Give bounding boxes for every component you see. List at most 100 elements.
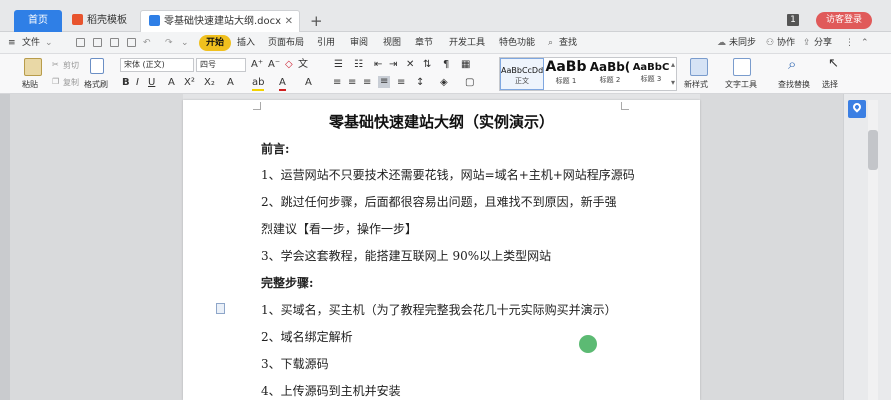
bullet-list-icon[interactable]: ☰: [334, 59, 343, 71]
font-color-icon[interactable]: A: [279, 77, 286, 91]
tab-home[interactable]: 首页: [14, 10, 62, 32]
style-scroll-up-icon[interactable]: ▴: [671, 60, 675, 69]
more-icon[interactable]: ⋮: [845, 35, 854, 51]
print-preview-icon[interactable]: [127, 38, 136, 47]
cut-button[interactable]: 剪切: [63, 60, 79, 71]
new-style-button[interactable]: 新样式: [684, 79, 708, 90]
superscript-icon[interactable]: X²: [184, 77, 195, 89]
numbered-list-icon[interactable]: ☷: [354, 59, 363, 71]
close-icon[interactable]: ✕: [285, 11, 293, 33]
style-scroll-down-icon[interactable]: ▾: [671, 78, 675, 87]
new-tab-button[interactable]: +: [310, 10, 323, 32]
select-icon[interactable]: ↖: [828, 57, 839, 70]
doc-paragraph[interactable]: 烈建议【看一步，操作一步】: [261, 220, 417, 237]
text-tools-icon[interactable]: [733, 58, 751, 76]
font-family-select[interactable]: 宋体 (正文): [120, 58, 194, 72]
style-normal[interactable]: AaBbCcDd 正文: [500, 58, 544, 90]
doc-paragraph[interactable]: 完整步骤:: [261, 274, 313, 291]
style-heading-1[interactable]: AaBb 标题 1: [544, 58, 588, 90]
window-count-badge[interactable]: 1: [787, 14, 799, 26]
align-right-icon[interactable]: ≡: [363, 77, 371, 89]
decrease-indent-icon[interactable]: ⇤: [374, 59, 382, 71]
cut-icon[interactable]: ✂: [52, 60, 59, 69]
paragraph-handle-icon[interactable]: [216, 303, 225, 314]
menu-features[interactable]: 特色功能: [499, 35, 535, 51]
paste-icon[interactable]: [24, 58, 42, 76]
document-page[interactable]: 零基础快速建站大纲（实例演示） 前言: 1、运营网站不只要技术还需要花钱，网站=…: [183, 100, 700, 400]
table-border-icon[interactable]: ▦: [461, 59, 470, 71]
doc-paragraph[interactable]: 4、上传源码到主机并安装: [261, 382, 401, 399]
format-painter-button[interactable]: 格式刷: [84, 79, 108, 90]
char-border-icon[interactable]: A: [305, 77, 312, 89]
chinese-layout-icon[interactable]: ✕: [406, 59, 414, 71]
style-heading-2[interactable]: AaBb( 标题 2: [588, 58, 632, 90]
new-style-icon[interactable]: [690, 58, 708, 76]
sync-status[interactable]: 未同步: [729, 35, 756, 51]
underline-icon[interactable]: U: [148, 77, 155, 89]
find-replace-icon[interactable]: ⌕: [788, 57, 796, 72]
menu-start[interactable]: 开始: [199, 35, 232, 51]
shading-icon[interactable]: ◈: [440, 77, 448, 89]
doc-paragraph[interactable]: 2、域名绑定解析: [261, 328, 353, 345]
paste-button-label[interactable]: 粘贴: [22, 79, 38, 90]
clear-format-icon[interactable]: ◇: [285, 59, 293, 71]
menu-insert[interactable]: 插入: [237, 35, 255, 51]
bold-icon[interactable]: B: [122, 77, 130, 89]
highlight-icon[interactable]: ab: [252, 77, 265, 91]
doc-paragraph[interactable]: 2、跳过任何步骤，后面都很容易出问题，且难找不到原因，新手强: [261, 193, 617, 210]
menu-view[interactable]: 视图: [383, 35, 401, 51]
doc-paragraph[interactable]: 3、下载源码: [261, 355, 329, 372]
copy-button[interactable]: 复制: [63, 77, 79, 88]
strikethrough-icon[interactable]: A: [168, 77, 175, 89]
text-tools-button[interactable]: 文字工具: [725, 79, 757, 90]
menu-file[interactable]: 文件: [22, 35, 40, 51]
menu-dev-tools[interactable]: 开发工具: [449, 35, 485, 51]
quick-access-more-icon[interactable]: ⌄: [181, 35, 189, 51]
save-icon[interactable]: [93, 38, 102, 47]
redo-icon[interactable]: ↷: [165, 35, 173, 51]
distributed-icon[interactable]: ≡: [397, 77, 405, 89]
tab-document[interactable]: 零基础快速建站大纲.docx ✕: [140, 10, 300, 32]
search-icon[interactable]: ⌕: [548, 35, 553, 51]
menu-review[interactable]: 审阅: [350, 35, 368, 51]
sort-icon[interactable]: ⇅: [423, 59, 431, 71]
border-icon[interactable]: ▢: [465, 77, 474, 89]
select-button[interactable]: 选择: [822, 79, 838, 90]
guest-login-button[interactable]: 访客登录: [816, 12, 872, 29]
chevron-down-icon[interactable]: ⌄: [45, 35, 53, 51]
format-painter-icon[interactable]: [90, 58, 104, 74]
menu-search[interactable]: 查找: [559, 35, 577, 51]
style-heading-3[interactable]: AaBbC 标题 3: [632, 58, 670, 90]
line-spacing-icon[interactable]: ↕: [416, 77, 424, 89]
location-button[interactable]: [848, 100, 866, 118]
doc-paragraph[interactable]: 1、运营网站不只要技术还需要花钱，网站=域名+主机+网站程序源码: [261, 166, 635, 183]
collapse-ribbon-icon[interactable]: ⌃: [861, 35, 869, 51]
open-icon[interactable]: [76, 38, 85, 47]
menu-page-layout[interactable]: 页面布局: [268, 35, 304, 51]
doc-paragraph[interactable]: 1、买域名，买主机（为了教程完整我会花几十元实际购买并演示）: [261, 301, 617, 318]
show-marks-icon[interactable]: ¶: [443, 59, 449, 71]
print-icon[interactable]: [110, 38, 119, 47]
find-replace-button[interactable]: 查找替换: [778, 79, 810, 90]
text-effect-icon[interactable]: A: [227, 77, 234, 89]
pinyin-icon[interactable]: 文: [298, 59, 308, 71]
grow-font-icon[interactable]: A⁺: [251, 59, 263, 71]
undo-icon[interactable]: ↶: [143, 35, 151, 51]
copy-icon[interactable]: ❐: [52, 77, 59, 86]
share-button[interactable]: 分享: [814, 35, 832, 51]
justify-icon[interactable]: ≡: [378, 76, 391, 88]
doc-paragraph[interactable]: 前言:: [261, 140, 289, 157]
shrink-font-icon[interactable]: A⁻: [268, 59, 280, 71]
increase-indent-icon[interactable]: ⇥: [389, 59, 397, 71]
tab-template[interactable]: 稻壳模板: [64, 10, 136, 32]
align-center-icon[interactable]: ≡: [348, 77, 356, 89]
scrollbar-thumb[interactable]: [868, 130, 878, 170]
menu-chapter[interactable]: 章节: [415, 35, 433, 51]
subscript-icon[interactable]: X₂: [204, 77, 215, 89]
italic-icon[interactable]: I: [136, 77, 139, 89]
align-left-icon[interactable]: ≡: [333, 77, 341, 89]
document-title[interactable]: 零基础快速建站大纲（实例演示）: [183, 111, 700, 132]
collaborate-button[interactable]: 协作: [777, 35, 795, 51]
doc-paragraph[interactable]: 3、学会这套教程，能搭建互联网上 90%以上类型网站: [261, 247, 551, 264]
menu-reference[interactable]: 引用: [317, 35, 335, 51]
